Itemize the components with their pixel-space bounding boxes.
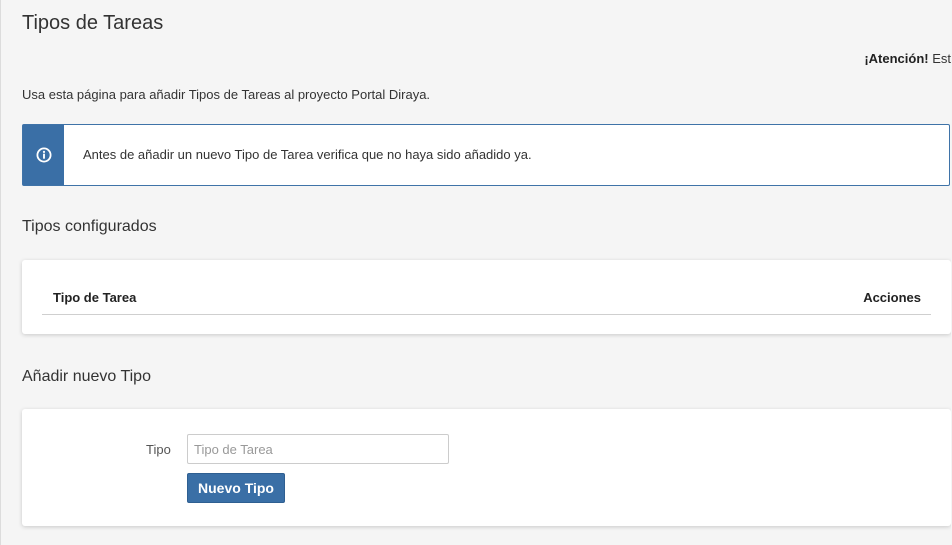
configured-types-title: Tipos configurados xyxy=(22,218,157,235)
page-title: Tipos de Tareas xyxy=(22,12,164,34)
column-header-actions: Acciones xyxy=(863,290,921,305)
info-alert: Antes de añadir un nuevo Tipo de Tarea v… xyxy=(22,124,950,186)
table-header: Tipo de Tarea Acciones xyxy=(42,282,931,315)
alert-icon-column xyxy=(23,125,64,185)
attention-label: ¡Atención! xyxy=(864,51,929,66)
add-type-title: Añadir nuevo Tipo xyxy=(22,368,151,385)
alert-message: Antes de añadir un nuevo Tipo de Tarea v… xyxy=(83,147,532,162)
configured-types-card: Tipo de Tarea Acciones xyxy=(22,260,951,334)
intro-text: Usa esta página para añadir Tipos de Tar… xyxy=(22,87,431,102)
attention-text: Est xyxy=(928,51,951,66)
add-type-card: Tipo Nuevo Tipo xyxy=(22,409,951,526)
info-circle-icon xyxy=(36,147,51,163)
new-type-button[interactable]: Nuevo Tipo xyxy=(187,473,285,503)
task-type-input[interactable] xyxy=(187,434,449,464)
type-field-label: Tipo xyxy=(146,442,171,457)
attention-notice: ¡Atención! Est xyxy=(864,51,951,66)
column-header-task-type: Tipo de Tarea xyxy=(53,290,137,305)
page-frame: Tipos de Tareas ¡Atención! Est Usa esta … xyxy=(0,0,951,545)
